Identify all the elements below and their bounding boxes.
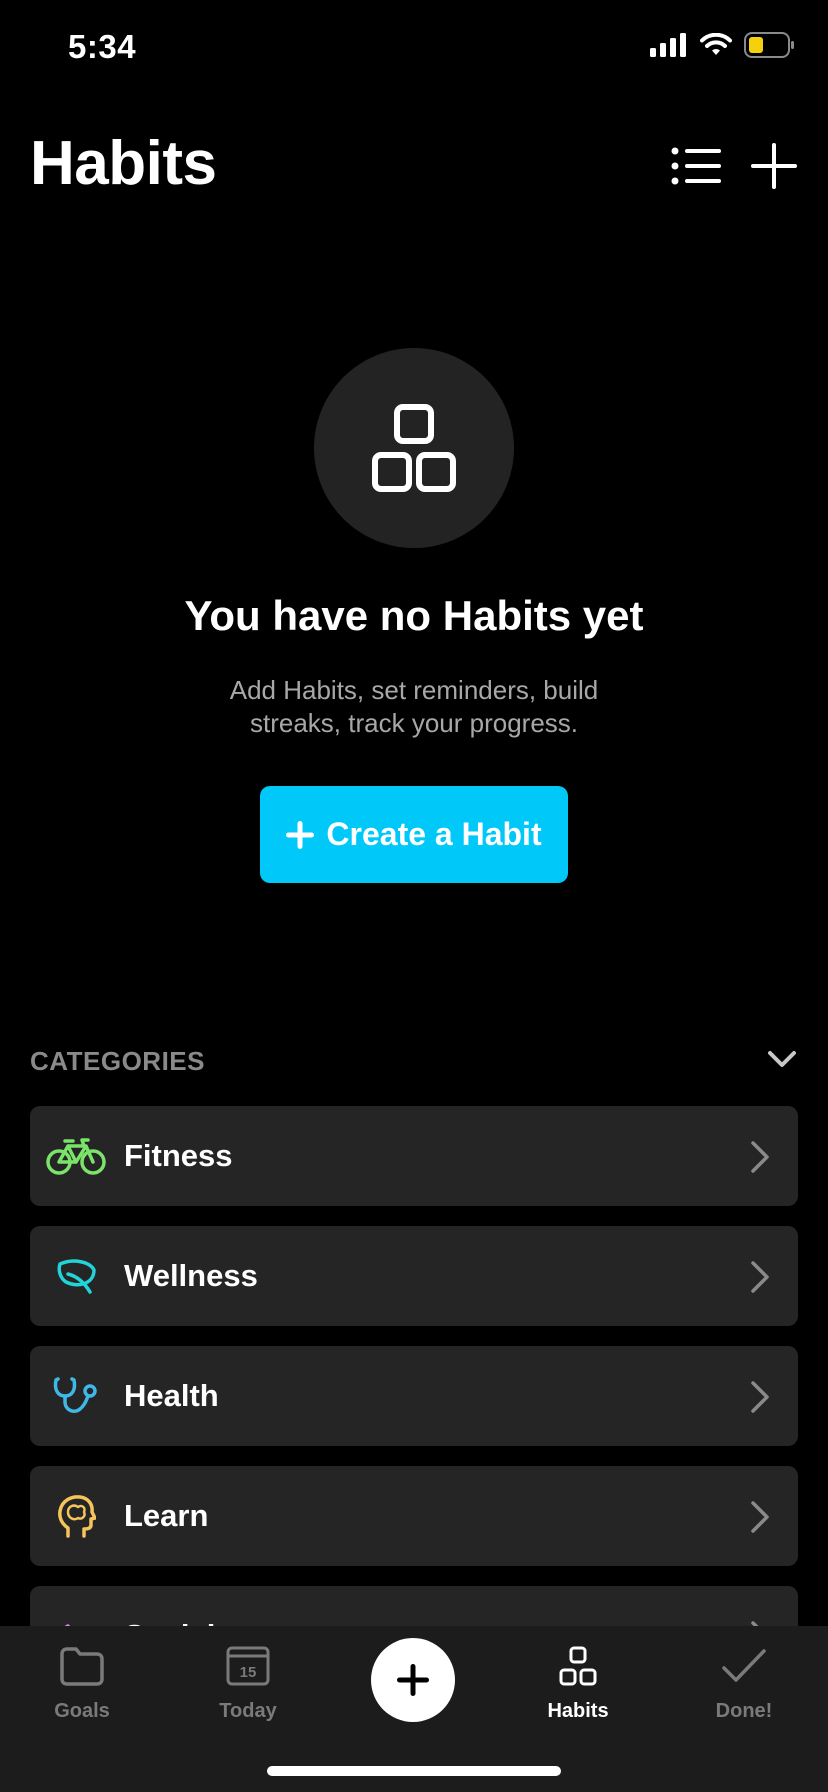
battery-icon [744,32,794,58]
category-label: Fitness [124,1138,233,1173]
category-wellness[interactable]: Wellness [30,1226,798,1326]
plus-icon [397,1664,429,1696]
calendar-icon: 15 [226,1642,270,1690]
create-habit-button[interactable]: Create a Habit [260,786,568,883]
tab-label: Habits [547,1700,609,1722]
page-title: Habits [30,129,217,198]
tab-habits[interactable]: Habits [518,1626,638,1736]
brain-head-icon [44,1484,108,1548]
tab-label: Today [219,1700,277,1722]
categories-list: Fitness Wellness Health Learn [30,1106,798,1706]
category-fitness[interactable]: Fitness [30,1106,798,1206]
stethoscope-icon [44,1364,108,1428]
tab-label: Goals [54,1700,110,1722]
bicycle-icon [44,1124,108,1188]
quick-add-button[interactable] [371,1638,455,1722]
home-indicator [267,1766,561,1776]
habits-blocks-icon [559,1642,597,1690]
empty-state-title: You have no Habits yet [184,592,644,639]
folder-icon [59,1642,105,1690]
tab-done[interactable]: Done! [684,1626,804,1736]
plus-icon [286,820,315,849]
status-icons [650,32,796,58]
add-habit-button[interactable] [744,138,804,194]
categories-collapse-button[interactable] [764,1044,800,1074]
tab-goals[interactable]: Goals [22,1626,142,1736]
tab-bar: Goals 15 Today Habits Done! [0,1626,828,1792]
category-learn[interactable]: Learn [30,1466,798,1566]
create-habit-label: Create a Habit [326,816,542,852]
status-time: 5:34 [68,28,137,65]
chevron-right-icon [751,1261,769,1293]
list-icon [671,147,721,185]
habits-screen: 5:34 Habits You have no Habits yet Add H… [0,0,828,1792]
signal-icon [650,33,686,57]
plus-icon [751,143,797,189]
category-label: Wellness [124,1258,258,1293]
categories-header: CATEGORIES [30,1046,205,1076]
chevron-right-icon [751,1141,769,1173]
leaf-icon [44,1244,108,1308]
habits-blocks-icon [372,404,456,492]
tab-label: Done! [715,1700,773,1722]
category-label: Health [124,1378,219,1413]
calendar-day-label: 15 [240,1664,257,1681]
empty-state-description: Add Habits, set reminders, build streaks… [229,675,599,738]
chevron-right-icon [751,1501,769,1533]
empty-state-illustration [314,348,514,548]
category-label: Learn [124,1498,209,1533]
tab-today[interactable]: 15 Today [188,1626,308,1736]
wifi-icon [700,33,732,55]
checkmark-icon [721,1642,767,1690]
category-health[interactable]: Health [30,1346,798,1446]
chevron-right-icon [751,1381,769,1413]
list-view-button[interactable] [666,138,726,194]
chevron-down-icon [768,1051,796,1067]
